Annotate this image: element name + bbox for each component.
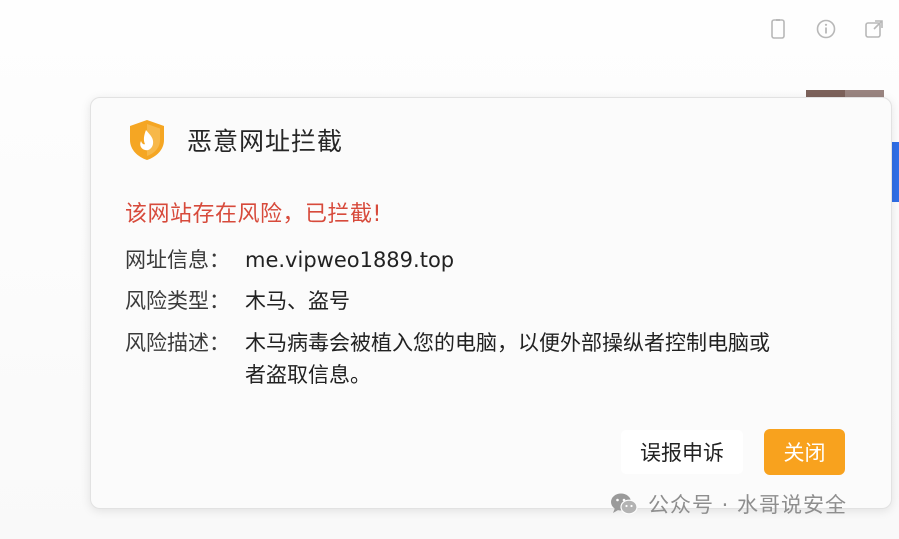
risk-desc-value: 木马病毒会被植入您的电脑，以便外部操纵者控制电脑或者盗取信息。 [245, 331, 770, 387]
side-panel-edge [891, 142, 899, 202]
browser-page: 恶意网址拦截 该网站存在风险，已拦截! 网址信息： me.vipweo1889.… [0, 0, 899, 539]
dialog-header: 恶意网址拦截 [127, 118, 343, 162]
watermark-text: 公众号 · 水哥说安全 [648, 493, 848, 517]
risk-type-value: 木马、盗号 [245, 289, 350, 313]
clipboard-icon[interactable] [767, 18, 789, 40]
url-info-row: 网址信息： me.vipweo1889.top [125, 244, 454, 276]
false-positive-appeal-button[interactable]: 误报申诉 [621, 430, 743, 474]
shield-icon [130, 120, 164, 160]
risk-desc-label: 风险描述： [125, 331, 230, 355]
close-button[interactable]: 关闭 [764, 429, 845, 475]
url-info-value: me.vipweo1889.top [245, 248, 455, 272]
wechat-icon [611, 493, 638, 515]
risk-desc-row: 风险描述： 木马病毒会被植入您的电脑，以便外部操纵者控制电脑或者盗取信息。 [125, 327, 785, 391]
malicious-url-dialog: 恶意网址拦截 该网站存在风险，已拦截! 网址信息： me.vipweo1889.… [90, 97, 892, 509]
risk-type-label: 风险类型： [125, 289, 230, 313]
share-icon[interactable] [863, 18, 885, 40]
info-icon[interactable] [815, 18, 837, 40]
dialog-title: 恶意网址拦截 [187, 127, 344, 156]
url-info-label: 网址信息： [125, 248, 230, 272]
risk-warning-text: 该网站存在风险，已拦截! [125, 202, 382, 227]
watermark: 公众号 · 水哥说安全 [610, 489, 847, 519]
risk-type-row: 风险类型： 木马、盗号 [125, 285, 350, 317]
browser-toolbar [767, 18, 885, 40]
